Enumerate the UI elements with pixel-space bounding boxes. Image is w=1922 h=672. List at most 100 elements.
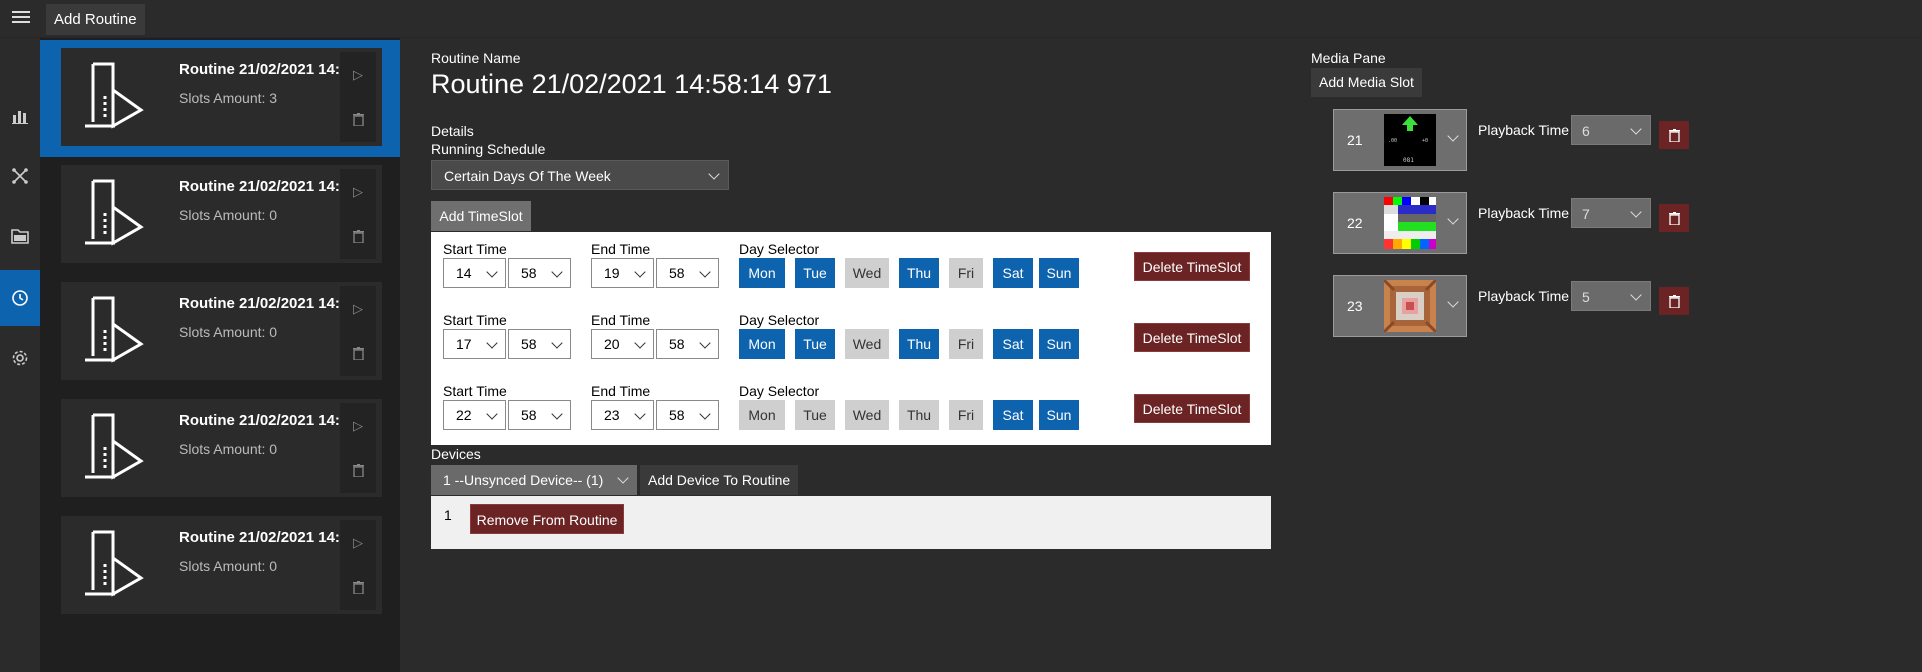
routine-card[interactable]: Routine 21/02/2021 14:58 Slots Amount: 0…: [40, 391, 400, 508]
playback-time-select[interactable]: 6: [1571, 115, 1651, 145]
routine-title: Routine 21/02/2021 14:58: [179, 529, 351, 546]
routine-card[interactable]: Routine 21/02/2021 14:58 Slots Amount: 3…: [40, 40, 400, 157]
day-toggle-tue[interactable]: Tue: [795, 329, 835, 359]
routine-card-actions: ▷: [340, 169, 376, 259]
running-schedule-label: Running Schedule: [431, 141, 546, 157]
day-toggle-mon[interactable]: Mon: [739, 400, 785, 430]
routine-play-doc-icon: [85, 530, 144, 597]
nav-devices-icon[interactable]: [0, 148, 40, 204]
nav-routines-clock-icon[interactable]: [0, 270, 40, 326]
media-slot-select[interactable]: 23: [1333, 275, 1467, 337]
day-toggle-wed[interactable]: Wed: [845, 400, 889, 430]
day-toggle-thu[interactable]: Thu: [899, 400, 939, 430]
start-minute-select[interactable]: 58: [508, 329, 571, 359]
day-toggle-thu[interactable]: Thu: [899, 329, 939, 359]
play-icon[interactable]: ▷: [340, 294, 376, 324]
day-toggle-wed[interactable]: Wed: [845, 258, 889, 288]
chevron-down-icon: [708, 168, 720, 180]
day-toggle-sun[interactable]: Sun: [1039, 258, 1079, 288]
day-toggle-sat[interactable]: Sat: [993, 400, 1033, 430]
trash-icon[interactable]: [340, 221, 376, 251]
end-minute-select[interactable]: 58: [656, 329, 719, 359]
trash-icon[interactable]: [1659, 287, 1689, 315]
trash-icon[interactable]: [340, 104, 376, 134]
remove-from-routine-button[interactable]: Remove From Routine: [470, 504, 624, 534]
details-label: Details: [431, 123, 474, 139]
routine-card-body[interactable]: Routine 21/02/2021 14:58 Slots Amount: 3…: [61, 48, 382, 146]
trash-icon[interactable]: [1659, 121, 1689, 149]
routine-card-body[interactable]: Routine 21/02/2021 14:58 Slots Amount: 0…: [61, 516, 382, 614]
day-toggle-tue[interactable]: Tue: [795, 258, 835, 288]
trash-icon[interactable]: [340, 338, 376, 368]
day-toggle-mon[interactable]: Mon: [739, 329, 785, 359]
media-slot-select[interactable]: 21 .00 +0 081: [1333, 109, 1467, 171]
add-device-button[interactable]: Add Device To Routine: [640, 465, 799, 495]
playback-time-select[interactable]: 7: [1571, 198, 1651, 228]
day-toggle-fri[interactable]: Fri: [949, 329, 983, 359]
start-hour-select[interactable]: 17: [443, 329, 506, 359]
nav-settings-gear-icon[interactable]: [0, 330, 40, 386]
routine-card[interactable]: Routine 21/02/2021 14:58 Slots Amount: 0…: [40, 274, 400, 391]
routine-card[interactable]: Routine 21/02/2021 14:58 Slots Amount: 0…: [40, 157, 400, 274]
svg-text:+0: +0: [1422, 138, 1428, 144]
play-icon[interactable]: ▷: [340, 528, 376, 558]
day-toggle-thu[interactable]: Thu: [899, 258, 939, 288]
routine-card-body[interactable]: Routine 21/02/2021 14:58 Slots Amount: 0…: [61, 399, 382, 497]
start-minute-select[interactable]: 58: [508, 400, 571, 430]
running-schedule-select[interactable]: Certain Days Of The Week: [431, 160, 729, 190]
delete-timeslot-button[interactable]: Delete TimeSlot: [1134, 252, 1250, 281]
start-hour-select[interactable]: 14: [443, 258, 506, 288]
delete-timeslot-button[interactable]: Delete TimeSlot: [1134, 323, 1250, 352]
routine-title: Routine 21/02/2021 14:58: [179, 412, 351, 429]
chevron-down-icon: [486, 408, 498, 420]
media-slot-select[interactable]: 22: [1333, 192, 1467, 254]
start-hour-select[interactable]: 22: [443, 400, 506, 430]
end-time-label: End Time: [591, 312, 651, 328]
play-icon[interactable]: ▷: [340, 60, 376, 90]
chevron-down-icon: [634, 408, 646, 420]
trash-icon[interactable]: [340, 455, 376, 485]
end-hour-select[interactable]: 20: [591, 329, 654, 359]
add-routine-button[interactable]: Add Routine: [46, 4, 145, 35]
chevron-down-icon: [486, 337, 498, 349]
svg-text:.00: .00: [1388, 138, 1397, 144]
add-media-slot-button[interactable]: Add Media Slot: [1311, 68, 1422, 97]
day-toggle-tue[interactable]: Tue: [795, 400, 835, 430]
end-hour-select[interactable]: 19: [591, 258, 654, 288]
hamburger-menu-icon[interactable]: [12, 11, 30, 25]
day-toggle-fri[interactable]: Fri: [949, 400, 983, 430]
chevron-down-icon: [551, 266, 563, 278]
playback-time-label: Playback Time: [1478, 288, 1570, 304]
play-icon[interactable]: ▷: [340, 177, 376, 207]
day-toggle-mon[interactable]: Mon: [739, 258, 785, 288]
device-id: 1: [444, 507, 452, 523]
playback-time-select[interactable]: 5: [1571, 281, 1651, 311]
start-minute-select[interactable]: 58: [508, 258, 571, 288]
end-minute-select[interactable]: 58: [656, 400, 719, 430]
trash-icon[interactable]: [340, 572, 376, 602]
routine-slots-amount: Slots Amount: 0: [179, 207, 278, 223]
device-select[interactable]: 1 --Unsynced Device-- (1): [431, 465, 637, 495]
end-minute-select[interactable]: 58: [656, 258, 719, 288]
routine-card[interactable]: Routine 21/02/2021 14:58 Slots Amount: 0…: [40, 508, 400, 625]
timeslot-row: Start Time 22 58 End Time 23 58 Day Sele…: [431, 374, 1271, 444]
nav-media-folder-icon[interactable]: [0, 208, 40, 264]
add-timeslot-button[interactable]: Add TimeSlot: [431, 201, 531, 231]
day-toggle-sat[interactable]: Sat: [993, 329, 1033, 359]
routine-slots-amount: Slots Amount: 0: [179, 441, 278, 457]
day-toggle-sun[interactable]: Sun: [1039, 329, 1079, 359]
day-toggle-wed[interactable]: Wed: [845, 329, 889, 359]
trash-icon[interactable]: [1659, 204, 1689, 232]
routine-card-body[interactable]: Routine 21/02/2021 14:58 Slots Amount: 0…: [61, 282, 382, 380]
day-toggle-fri[interactable]: Fri: [949, 258, 983, 288]
day-toggle-sat[interactable]: Sat: [993, 258, 1033, 288]
day-toggle-sun[interactable]: Sun: [1039, 400, 1079, 430]
routine-card-body[interactable]: Routine 21/02/2021 14:58 Slots Amount: 0…: [61, 165, 382, 263]
nav-dashboard-icon[interactable]: [0, 88, 40, 144]
end-hour-select[interactable]: 23: [591, 400, 654, 430]
delete-timeslot-button[interactable]: Delete TimeSlot: [1134, 394, 1250, 423]
play-icon[interactable]: ▷: [340, 411, 376, 441]
media-pane-label: Media Pane: [1311, 50, 1386, 66]
chevron-down-icon: [1447, 130, 1459, 142]
day-selector-label: Day Selector: [739, 312, 820, 328]
